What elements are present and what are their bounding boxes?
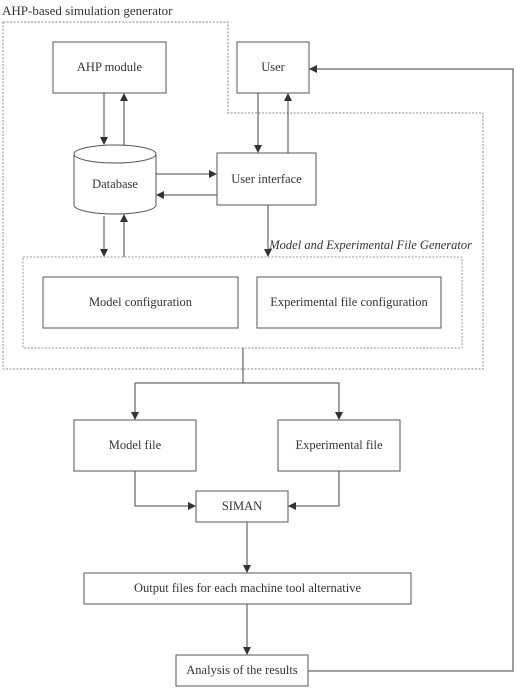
experimental-file-label: Experimental file: [295, 438, 383, 452]
arrow-model-file-to-siman: [134, 471, 196, 510]
experimental-file-configuration-label: Experimental file configuration: [270, 295, 428, 309]
database-label: Database: [92, 176, 138, 191]
arrow-to-model-file: [131, 382, 243, 420]
analysis-label: Analysis of the results: [186, 663, 298, 677]
arrow-to-experimental-file: [243, 382, 343, 420]
diagram-title: AHP-based simulation generator: [2, 3, 173, 18]
arrow-experimental-file-to-siman: [288, 471, 340, 510]
siman-label: SIMAN: [221, 499, 263, 513]
user-label: User: [261, 60, 285, 74]
output-files-label: Output files for each machine tool alter…: [134, 581, 361, 595]
user-interface-label: User interface: [231, 171, 302, 186]
ahp-module-label: AHP module: [76, 60, 143, 74]
model-configuration-label: Model configuration: [88, 295, 193, 309]
model-file-label: Model file: [108, 438, 162, 452]
generator-group-label: Model and Experimental File Generator: [269, 238, 472, 252]
